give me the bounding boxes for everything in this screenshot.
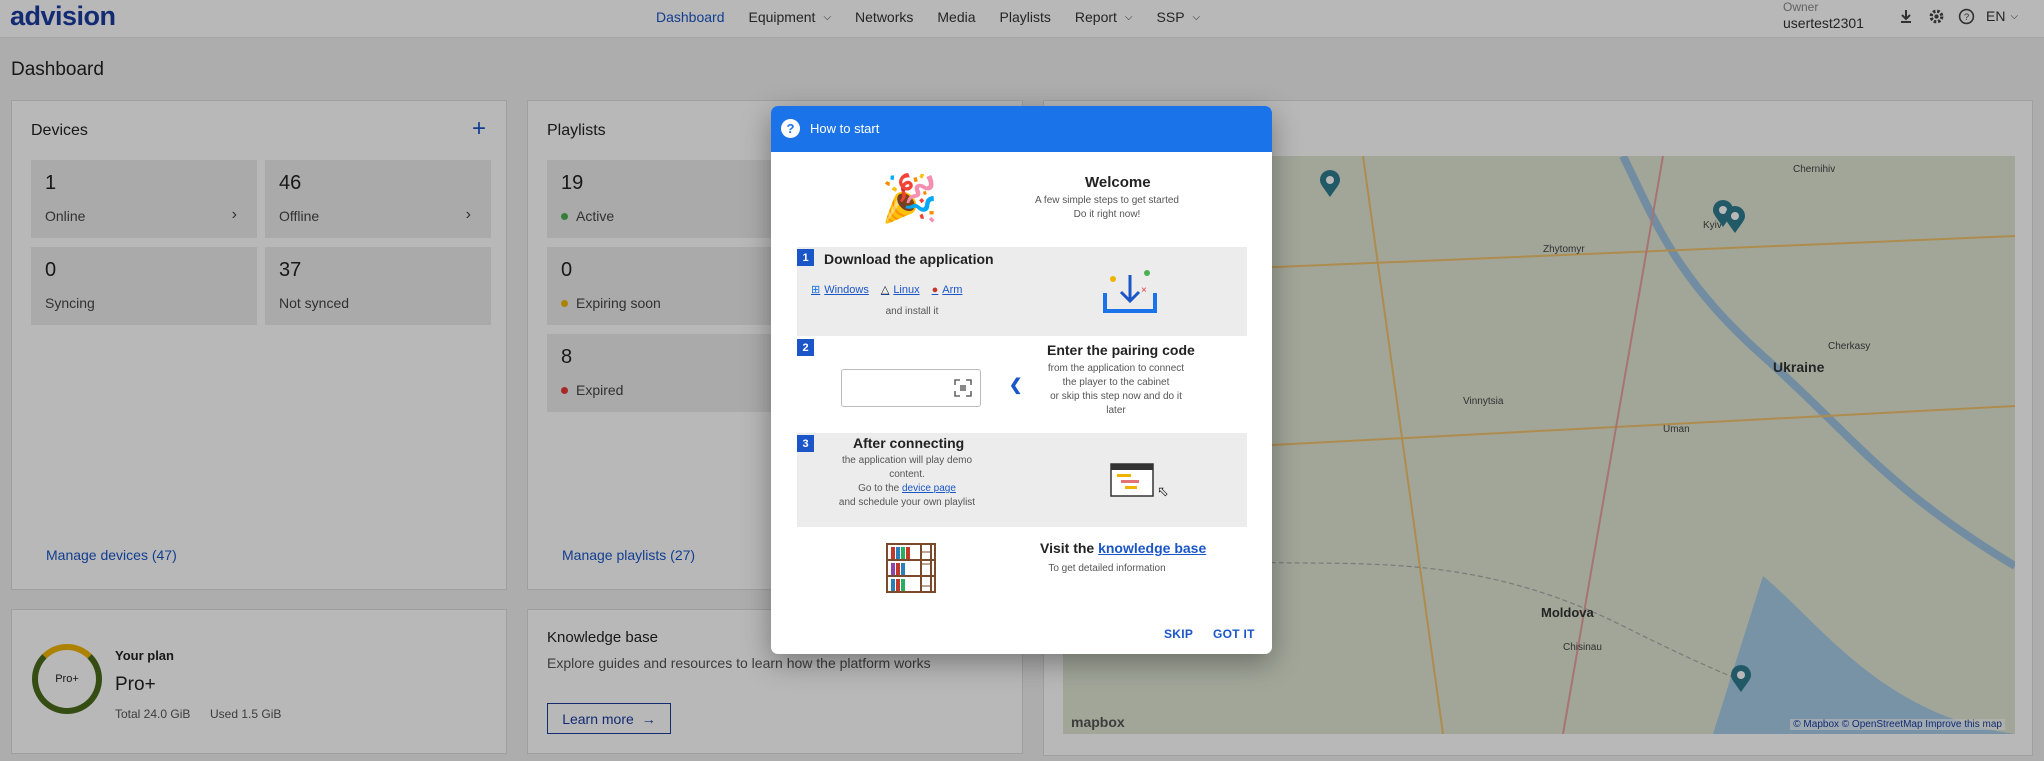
step-number: 3 [797,435,814,452]
install-text: and install it [885,306,939,317]
cursor-icon: ⬁ [1157,483,1169,499]
windows-icon: ⊞ [811,284,821,296]
schedule-illustration-icon [1110,463,1154,497]
step-2-line-3: or skip this step now and do it [1050,391,1182,402]
step-download: 1 Download the application ⊞ Windows △ Lin… [797,247,1247,336]
how-to-start-dialog: ? How to start 🎉 Welcome A few simple st… [771,106,1272,654]
kb-prefix: Visit the [1040,540,1095,556]
linux-label: Linux [893,283,920,296]
device-page-link[interactable]: device page [902,483,956,494]
step-number: 1 [797,249,814,266]
got-it-button[interactable]: GOT IT [1213,627,1255,641]
qr-scan-icon[interactable] [954,379,972,397]
step-after-connecting: 3 After connecting the application will … [797,433,1247,527]
arrow-left-icon: ❮ [1009,377,1023,394]
step-2-line-2: the player to the cabinet [1062,377,1170,388]
step-3-line-1: the application will play demo [841,455,973,466]
step-1-title: Download the application [824,251,994,267]
skip-button[interactable]: SKIP [1164,627,1193,641]
download-links: ⊞ Windows △ Linux ● Arm [811,283,963,297]
step-number: 2 [797,339,814,356]
dialog-title: How to start [810,121,880,136]
step-2-title: Enter the pairing code [1047,342,1195,358]
knowledge-base-sub: To get detailed information [1048,563,1166,574]
step-2-line-4: later [1106,405,1126,416]
download-linux-link[interactable]: △ Linux [880,283,920,297]
dialog-header: ? How to start [771,106,1272,152]
welcome-sub-2: Do it right now! [1073,209,1141,220]
step-3-line-3: Go to the device page [817,482,997,496]
knowledge-base-link[interactable]: knowledge base [1098,540,1206,556]
svg-text:×: × [1141,285,1147,296]
step-3-line-2: content. [889,469,925,480]
step-2-line-1: from the application to connect [1047,363,1185,374]
download-arm-link[interactable]: ● Arm [932,284,963,296]
welcome-sub-1: A few simple steps to get started [1035,195,1179,206]
help-icon: ? [781,119,800,138]
windows-label: Windows [824,283,869,296]
knowledge-base-title: Visit the knowledge base [1040,540,1206,556]
bookshelf-icon [886,543,936,593]
pairing-code-input[interactable] [841,369,981,407]
linux-icon: △ [880,284,890,296]
step-3-line-4: and schedule your own playlist [838,497,976,508]
download-windows-link[interactable]: ⊞ Windows [811,283,869,297]
step-3-title: After connecting [853,435,965,451]
arm-label: Arm [942,283,963,296]
party-popper-icon: 🎉 [881,172,939,224]
device-page-prefix: Go to the [858,483,900,494]
step-pairing: 2 ❮ Enter the pairing code from the appl… [797,337,1247,436]
download-illustration-icon: × [1103,270,1157,313]
welcome-title: Welcome [1085,174,1151,191]
raspberry-icon: ● [931,283,939,296]
